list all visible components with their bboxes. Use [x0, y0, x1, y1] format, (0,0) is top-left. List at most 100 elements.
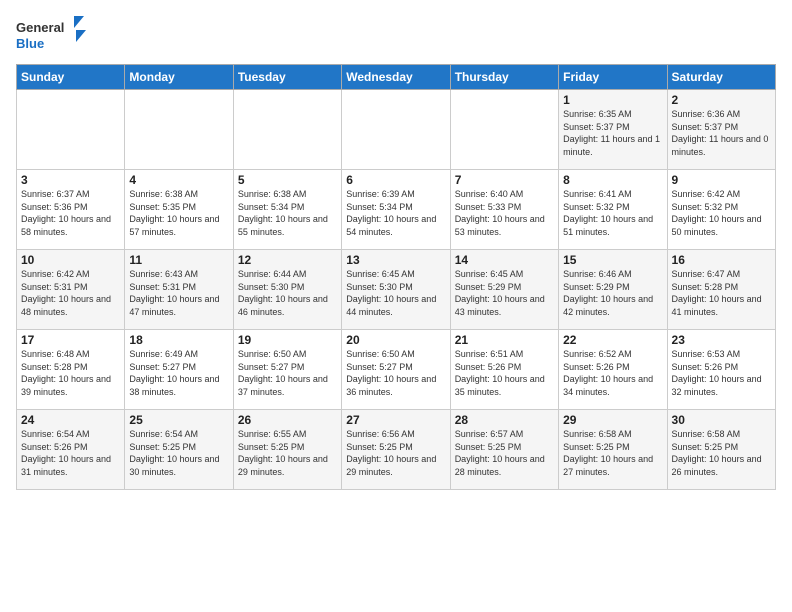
logo-svg: GeneralBlue — [16, 16, 96, 56]
calendar-week-row: 17Sunrise: 6:48 AM Sunset: 5:28 PM Dayli… — [17, 330, 776, 410]
day-number: 22 — [563, 333, 662, 347]
calendar-cell — [450, 90, 558, 170]
day-info: Sunrise: 6:50 AM Sunset: 5:27 PM Dayligh… — [238, 348, 337, 398]
day-number: 6 — [346, 173, 445, 187]
day-number: 14 — [455, 253, 554, 267]
page-header: GeneralBlue — [16, 16, 776, 56]
col-header-friday: Friday — [559, 65, 667, 90]
day-info: Sunrise: 6:49 AM Sunset: 5:27 PM Dayligh… — [129, 348, 228, 398]
day-number: 11 — [129, 253, 228, 267]
day-number: 24 — [21, 413, 120, 427]
calendar-cell: 24Sunrise: 6:54 AM Sunset: 5:26 PM Dayli… — [17, 410, 125, 490]
calendar-cell: 15Sunrise: 6:46 AM Sunset: 5:29 PM Dayli… — [559, 250, 667, 330]
calendar-cell — [17, 90, 125, 170]
day-number: 5 — [238, 173, 337, 187]
svg-text:General: General — [16, 20, 64, 35]
day-info: Sunrise: 6:42 AM Sunset: 5:31 PM Dayligh… — [21, 268, 120, 318]
calendar-cell: 12Sunrise: 6:44 AM Sunset: 5:30 PM Dayli… — [233, 250, 341, 330]
calendar-cell: 19Sunrise: 6:50 AM Sunset: 5:27 PM Dayli… — [233, 330, 341, 410]
day-number: 7 — [455, 173, 554, 187]
calendar-cell — [342, 90, 450, 170]
col-header-wednesday: Wednesday — [342, 65, 450, 90]
calendar-cell: 28Sunrise: 6:57 AM Sunset: 5:25 PM Dayli… — [450, 410, 558, 490]
day-info: Sunrise: 6:41 AM Sunset: 5:32 PM Dayligh… — [563, 188, 662, 238]
day-number: 27 — [346, 413, 445, 427]
calendar-cell: 13Sunrise: 6:45 AM Sunset: 5:30 PM Dayli… — [342, 250, 450, 330]
day-info: Sunrise: 6:48 AM Sunset: 5:28 PM Dayligh… — [21, 348, 120, 398]
calendar-cell: 16Sunrise: 6:47 AM Sunset: 5:28 PM Dayli… — [667, 250, 775, 330]
day-number: 18 — [129, 333, 228, 347]
day-number: 10 — [21, 253, 120, 267]
day-info: Sunrise: 6:58 AM Sunset: 5:25 PM Dayligh… — [672, 428, 771, 478]
day-info: Sunrise: 6:47 AM Sunset: 5:28 PM Dayligh… — [672, 268, 771, 318]
day-info: Sunrise: 6:54 AM Sunset: 5:26 PM Dayligh… — [21, 428, 120, 478]
day-info: Sunrise: 6:38 AM Sunset: 5:34 PM Dayligh… — [238, 188, 337, 238]
day-info: Sunrise: 6:38 AM Sunset: 5:35 PM Dayligh… — [129, 188, 228, 238]
calendar-cell: 21Sunrise: 6:51 AM Sunset: 5:26 PM Dayli… — [450, 330, 558, 410]
day-info: Sunrise: 6:37 AM Sunset: 5:36 PM Dayligh… — [21, 188, 120, 238]
calendar-cell — [125, 90, 233, 170]
day-number: 29 — [563, 413, 662, 427]
calendar-cell: 25Sunrise: 6:54 AM Sunset: 5:25 PM Dayli… — [125, 410, 233, 490]
day-info: Sunrise: 6:40 AM Sunset: 5:33 PM Dayligh… — [455, 188, 554, 238]
calendar-cell: 29Sunrise: 6:58 AM Sunset: 5:25 PM Dayli… — [559, 410, 667, 490]
calendar-header-row: SundayMondayTuesdayWednesdayThursdayFrid… — [17, 65, 776, 90]
day-info: Sunrise: 6:51 AM Sunset: 5:26 PM Dayligh… — [455, 348, 554, 398]
calendar-cell: 11Sunrise: 6:43 AM Sunset: 5:31 PM Dayli… — [125, 250, 233, 330]
calendar-cell: 18Sunrise: 6:49 AM Sunset: 5:27 PM Dayli… — [125, 330, 233, 410]
day-number: 25 — [129, 413, 228, 427]
day-number: 12 — [238, 253, 337, 267]
calendar-cell: 30Sunrise: 6:58 AM Sunset: 5:25 PM Dayli… — [667, 410, 775, 490]
day-number: 30 — [672, 413, 771, 427]
col-header-saturday: Saturday — [667, 65, 775, 90]
day-number: 16 — [672, 253, 771, 267]
day-info: Sunrise: 6:39 AM Sunset: 5:34 PM Dayligh… — [346, 188, 445, 238]
calendar-week-row: 10Sunrise: 6:42 AM Sunset: 5:31 PM Dayli… — [17, 250, 776, 330]
day-info: Sunrise: 6:42 AM Sunset: 5:32 PM Dayligh… — [672, 188, 771, 238]
day-info: Sunrise: 6:55 AM Sunset: 5:25 PM Dayligh… — [238, 428, 337, 478]
day-number: 17 — [21, 333, 120, 347]
day-info: Sunrise: 6:36 AM Sunset: 5:37 PM Dayligh… — [672, 108, 771, 158]
calendar-cell: 4Sunrise: 6:38 AM Sunset: 5:35 PM Daylig… — [125, 170, 233, 250]
day-number: 15 — [563, 253, 662, 267]
day-info: Sunrise: 6:44 AM Sunset: 5:30 PM Dayligh… — [238, 268, 337, 318]
day-info: Sunrise: 6:57 AM Sunset: 5:25 PM Dayligh… — [455, 428, 554, 478]
calendar-cell: 9Sunrise: 6:42 AM Sunset: 5:32 PM Daylig… — [667, 170, 775, 250]
calendar-cell: 8Sunrise: 6:41 AM Sunset: 5:32 PM Daylig… — [559, 170, 667, 250]
day-number: 26 — [238, 413, 337, 427]
calendar-week-row: 3Sunrise: 6:37 AM Sunset: 5:36 PM Daylig… — [17, 170, 776, 250]
day-info: Sunrise: 6:43 AM Sunset: 5:31 PM Dayligh… — [129, 268, 228, 318]
calendar-cell: 5Sunrise: 6:38 AM Sunset: 5:34 PM Daylig… — [233, 170, 341, 250]
calendar-cell: 22Sunrise: 6:52 AM Sunset: 5:26 PM Dayli… — [559, 330, 667, 410]
logo: GeneralBlue — [16, 16, 96, 56]
day-info: Sunrise: 6:46 AM Sunset: 5:29 PM Dayligh… — [563, 268, 662, 318]
calendar-week-row: 1Sunrise: 6:35 AM Sunset: 5:37 PM Daylig… — [17, 90, 776, 170]
calendar-cell: 27Sunrise: 6:56 AM Sunset: 5:25 PM Dayli… — [342, 410, 450, 490]
col-header-monday: Monday — [125, 65, 233, 90]
day-number: 13 — [346, 253, 445, 267]
calendar-cell: 23Sunrise: 6:53 AM Sunset: 5:26 PM Dayli… — [667, 330, 775, 410]
day-number: 19 — [238, 333, 337, 347]
day-info: Sunrise: 6:50 AM Sunset: 5:27 PM Dayligh… — [346, 348, 445, 398]
calendar-week-row: 24Sunrise: 6:54 AM Sunset: 5:26 PM Dayli… — [17, 410, 776, 490]
svg-text:Blue: Blue — [16, 36, 44, 51]
day-number: 3 — [21, 173, 120, 187]
day-number: 4 — [129, 173, 228, 187]
calendar-cell: 1Sunrise: 6:35 AM Sunset: 5:37 PM Daylig… — [559, 90, 667, 170]
calendar-cell: 17Sunrise: 6:48 AM Sunset: 5:28 PM Dayli… — [17, 330, 125, 410]
day-info: Sunrise: 6:54 AM Sunset: 5:25 PM Dayligh… — [129, 428, 228, 478]
col-header-tuesday: Tuesday — [233, 65, 341, 90]
day-number: 1 — [563, 93, 662, 107]
calendar-cell: 14Sunrise: 6:45 AM Sunset: 5:29 PM Dayli… — [450, 250, 558, 330]
day-info: Sunrise: 6:45 AM Sunset: 5:30 PM Dayligh… — [346, 268, 445, 318]
calendar-cell: 7Sunrise: 6:40 AM Sunset: 5:33 PM Daylig… — [450, 170, 558, 250]
day-info: Sunrise: 6:52 AM Sunset: 5:26 PM Dayligh… — [563, 348, 662, 398]
day-info: Sunrise: 6:35 AM Sunset: 5:37 PM Dayligh… — [563, 108, 662, 158]
day-number: 8 — [563, 173, 662, 187]
calendar-cell: 6Sunrise: 6:39 AM Sunset: 5:34 PM Daylig… — [342, 170, 450, 250]
col-header-sunday: Sunday — [17, 65, 125, 90]
day-number: 21 — [455, 333, 554, 347]
calendar-cell: 20Sunrise: 6:50 AM Sunset: 5:27 PM Dayli… — [342, 330, 450, 410]
day-number: 23 — [672, 333, 771, 347]
calendar-cell: 2Sunrise: 6:36 AM Sunset: 5:37 PM Daylig… — [667, 90, 775, 170]
